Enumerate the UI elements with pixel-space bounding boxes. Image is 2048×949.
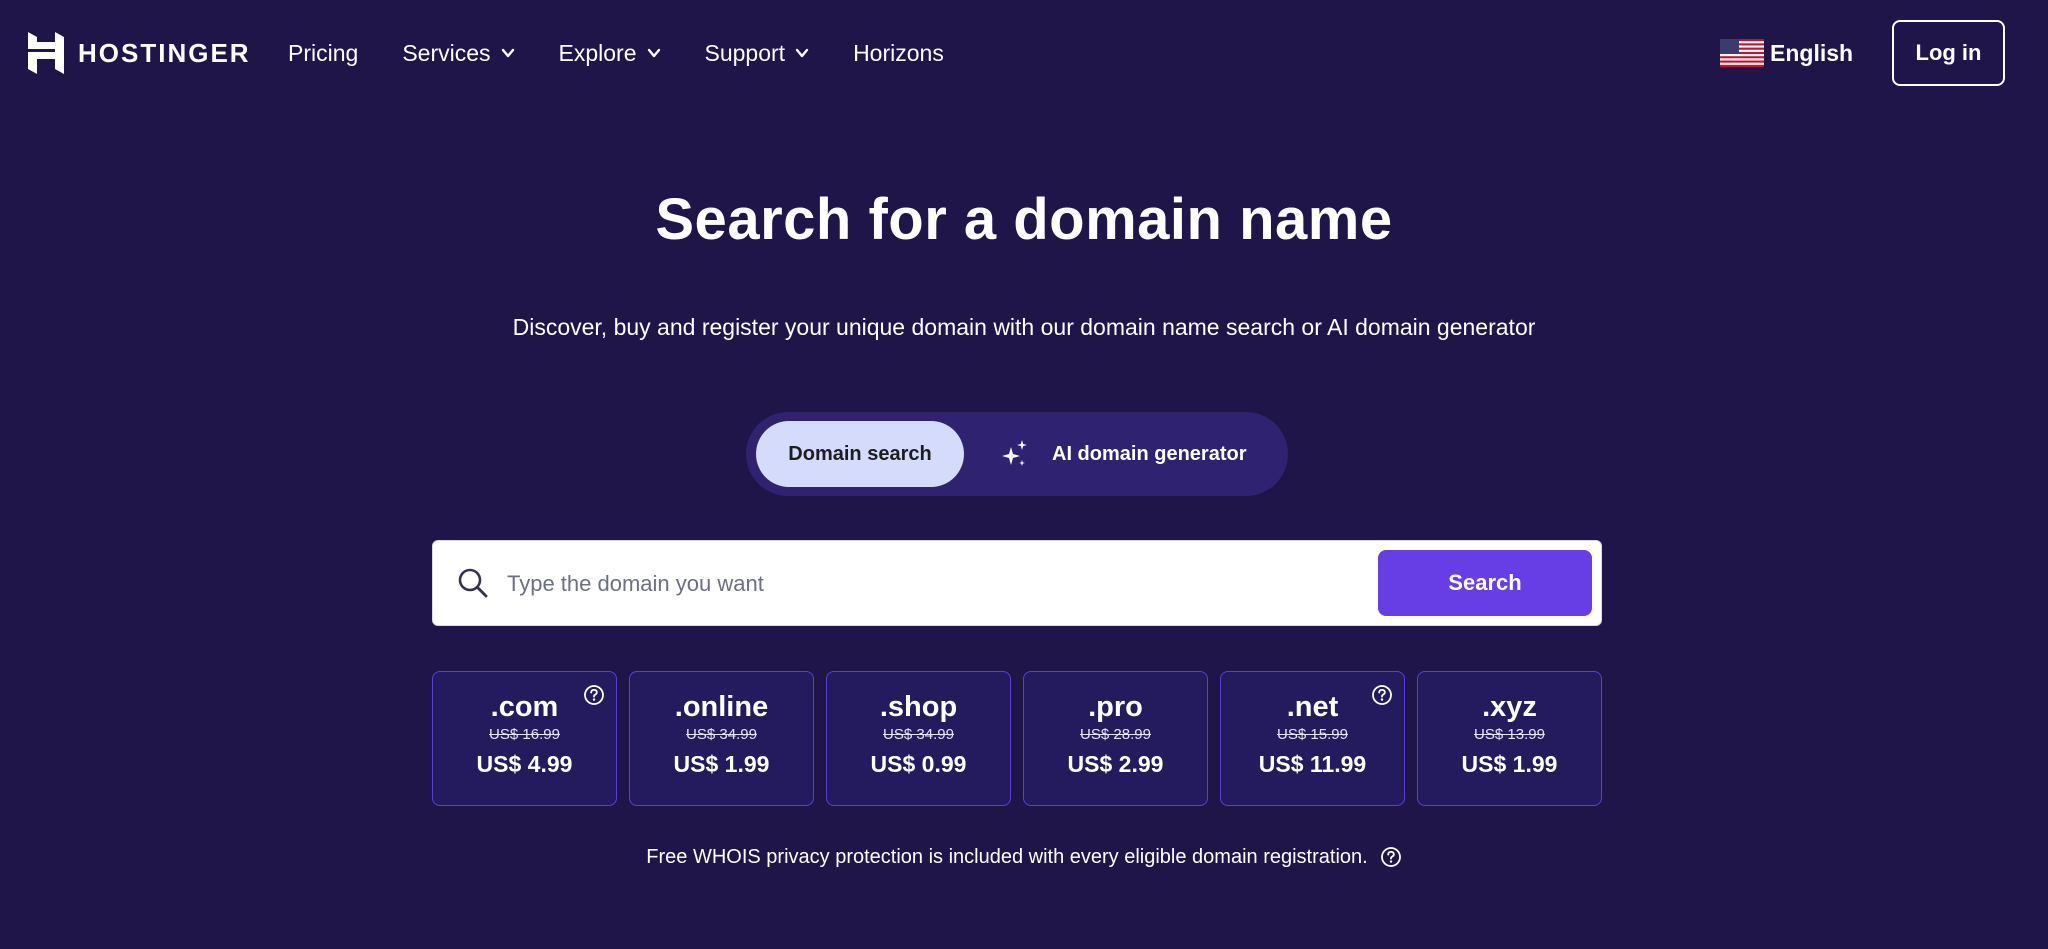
domain-price: US$ 1.99 <box>1461 751 1558 777</box>
chevron-down-icon <box>501 48 514 58</box>
domain-old-price: US$ 28.99 <box>1080 726 1151 743</box>
domain-old-price: US$ 16.99 <box>489 726 560 743</box>
nav-item-support[interactable]: Support <box>705 40 810 67</box>
login-button[interactable]: Log in <box>1892 20 2005 86</box>
nav-item-label: Pricing <box>288 39 359 66</box>
domain-old-price: US$ 34.99 <box>883 726 954 743</box>
nav-item-explore[interactable]: Explore <box>559 40 661 67</box>
domain-tld: .shop <box>879 691 958 723</box>
domain-card-shop[interactable]: .shop US$ 34.99 US$ 0.99 <box>826 671 1011 806</box>
domain-old-price: US$ 15.99 <box>1277 726 1348 743</box>
chevron-down-icon <box>647 48 660 58</box>
help-circle-icon[interactable] <box>1371 684 1393 706</box>
page-subtitle: Discover, buy and register your unique d… <box>512 314 1536 340</box>
nav-item-label: Explore <box>558 39 637 66</box>
hostinger-logo[interactable]: HOSTINGER <box>28 32 251 74</box>
tab-domain-search[interactable]: Domain search <box>756 421 964 487</box>
page: HOSTINGER Pricing Services Explore Suppo… <box>0 0 2048 949</box>
help-circle-icon[interactable] <box>583 684 605 706</box>
top-navigation: HOSTINGER Pricing Services Explore Suppo… <box>0 0 2048 106</box>
domain-card-com[interactable]: .com US$ 16.99 US$ 4.99 <box>432 671 617 806</box>
language-label: English <box>1770 39 1854 66</box>
nav-item-label: Horizons <box>853 39 944 66</box>
language-selector[interactable]: English <box>1720 34 1853 72</box>
domain-card-xyz[interactable]: .xyz US$ 13.99 US$ 1.99 <box>1417 671 1602 806</box>
domain-old-price: US$ 34.99 <box>686 726 757 743</box>
domain-price: US$ 4.99 <box>476 751 573 777</box>
page-title: Search for a domain name <box>655 187 1393 252</box>
brand-name: HOSTINGER <box>78 37 251 68</box>
domain-old-price: US$ 13.99 <box>1474 726 1545 743</box>
nav-item-label: Services <box>402 39 491 66</box>
sparkle-icon <box>1002 440 1027 466</box>
domain-price: US$ 1.99 <box>673 751 770 777</box>
domain-tld: .net <box>1286 691 1339 723</box>
search-button[interactable]: Search <box>1378 550 1592 616</box>
nav-item-horizons[interactable]: Horizons <box>853 40 944 67</box>
domain-tld: .pro <box>1088 691 1143 723</box>
search-mode-tabs: Domain search AI domain generator <box>746 412 1288 496</box>
nav-item-pricing[interactable]: Pricing <box>288 40 358 67</box>
main-nav: Pricing Services Explore Support Horizon… <box>288 30 944 76</box>
domain-price: US$ 2.99 <box>1067 751 1164 777</box>
tab-ai-label: AI domain generator <box>1052 442 1247 465</box>
whois-note: Free WHOIS privacy protection is include… <box>0 842 2048 872</box>
hostinger-logo-icon <box>28 32 64 74</box>
domain-card-online[interactable]: .online US$ 34.99 US$ 1.99 <box>629 671 814 806</box>
domain-tld: .online <box>674 691 769 723</box>
search-icon <box>457 567 489 599</box>
whois-note-text: Free WHOIS privacy protection is include… <box>646 845 1368 868</box>
domain-price: US$ 11.99 <box>1258 751 1367 777</box>
domain-price: US$ 0.99 <box>870 751 967 777</box>
domain-search-input[interactable] <box>507 559 1387 609</box>
nav-item-services[interactable]: Services <box>402 40 514 67</box>
domain-tld: .xyz <box>1482 691 1537 723</box>
domain-tld: .com <box>490 691 559 723</box>
help-circle-icon[interactable] <box>1380 846 1402 868</box>
nav-item-label: Support <box>704 39 786 66</box>
us-flag-icon <box>1720 39 1764 67</box>
domain-search-bar: Search <box>432 540 1602 626</box>
tab-ai-domain-generator[interactable]: AI domain generator <box>1000 421 1246 487</box>
chevron-down-icon <box>795 48 809 58</box>
domain-price-cards: .com US$ 16.99 US$ 4.99 .online US$ 34.9… <box>432 671 1602 806</box>
domain-card-net[interactable]: .net US$ 15.99 US$ 11.99 <box>1220 671 1405 806</box>
domain-card-pro[interactable]: .pro US$ 28.99 US$ 2.99 <box>1023 671 1208 806</box>
